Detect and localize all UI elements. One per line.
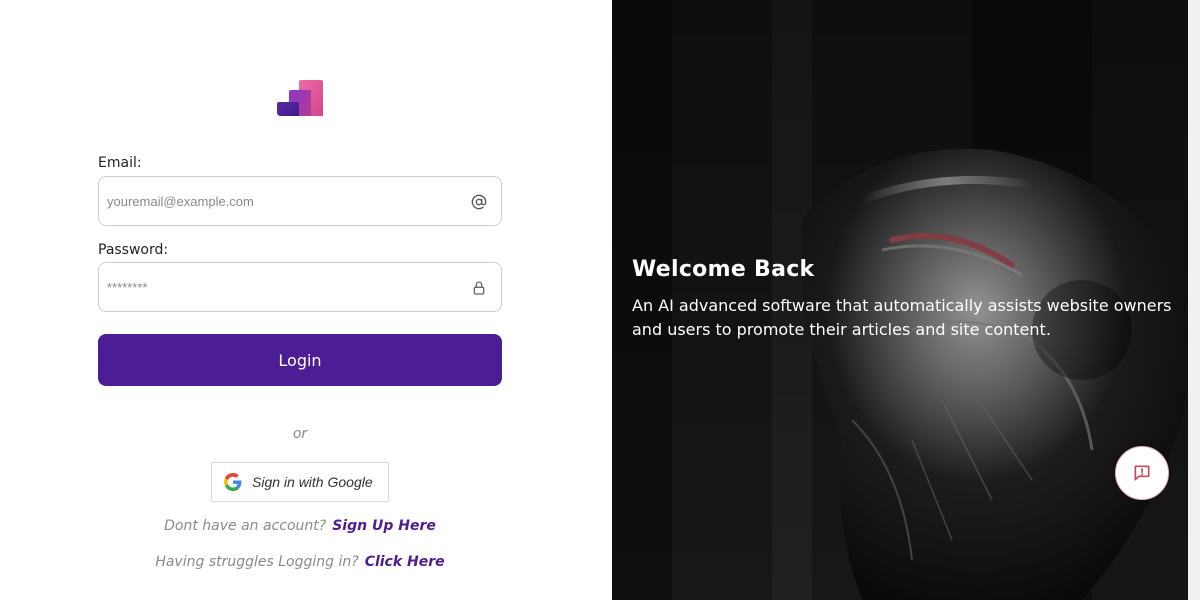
help-prompt: Having struggles Logging in? <box>155 554 359 570</box>
email-field-wrapper <box>98 176 502 226</box>
google-signin-button[interactable]: Sign in with Google <box>211 462 389 502</box>
email-label: Email: <box>98 155 142 171</box>
hero-tagline: An AI advanced software that automatical… <box>632 296 1172 339</box>
message-alert-icon <box>1134 465 1150 481</box>
feedback-button[interactable] <box>1115 446 1169 500</box>
password-field-wrapper <box>98 262 502 312</box>
password-input[interactable] <box>107 263 467 311</box>
lock-icon <box>473 281 485 295</box>
password-label: Password: <box>98 242 169 258</box>
at-sign-icon <box>471 194 487 210</box>
email-input[interactable] <box>107 177 467 225</box>
signup-link[interactable]: Sign Up Here <box>332 518 436 534</box>
login-panel: Email: Password: Login or Sign in with G… <box>0 0 612 600</box>
help-row: Having struggles Logging in? Click Here <box>0 554 600 570</box>
or-divider-text: or <box>292 426 308 442</box>
hero-title: Welcome Back <box>632 257 815 282</box>
login-button[interactable]: Login <box>98 334 502 386</box>
google-g-icon <box>224 473 242 491</box>
help-link[interactable]: Click Here <box>365 554 445 570</box>
signup-prompt: Dont have an account? <box>164 518 327 534</box>
google-signin-label: Sign in with Google <box>252 474 373 490</box>
brand-logo <box>277 80 323 116</box>
page-scrollbar[interactable] <box>1188 0 1200 600</box>
signup-row: Dont have an account? Sign Up Here <box>0 518 600 534</box>
